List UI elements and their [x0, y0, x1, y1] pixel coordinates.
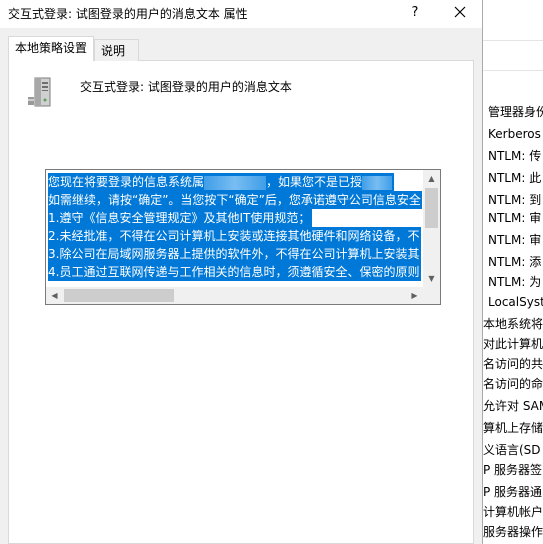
scroll-right-icon[interactable]: ▶: [406, 287, 423, 304]
message-line: 您现在将要登录的信息系统属 ，如果您不是已授: [48, 173, 395, 191]
background-list-item: NTLM: 审: [488, 233, 542, 247]
background-list-item: 算机上存储: [483, 421, 543, 435]
tab-explain[interactable]: 说明: [94, 39, 139, 61]
message-line-text: 3.除公司在局域网服务器上提供的软件外，不得在公司计算机上安装其: [48, 247, 420, 261]
background-list-item: 名访问的命: [483, 377, 543, 391]
scroll-left-icon[interactable]: ◀: [46, 287, 63, 304]
background-list-item: 允许对 SAM: [483, 399, 543, 413]
background-list-item: P 服务器通: [483, 485, 543, 499]
scroll-corner: [423, 287, 440, 304]
dialog-title: 交互式登录: 试图登录的用户的消息文本 属性: [8, 7, 248, 21]
message-line: 4.员工通过互联网传递与工作相关的信息时，须遵循安全、保密的原则: [48, 263, 422, 281]
background-list-item: Kerberos: [488, 127, 541, 141]
vertical-scroll-thumb[interactable]: [425, 188, 438, 228]
background-list-item: 计算机帐户: [483, 505, 543, 519]
message-line: 如需继续，请按“确定”。当您按下“确定”后，您承诺遵守公司信息安全: [48, 191, 422, 209]
properties-dialog: 交互式登录: 试图登录的用户的消息文本 属性 ? 本地策略设置 说明 交互式登录…: [0, 0, 483, 544]
message-text-area[interactable]: 您现在将要登录的信息系统属 ，如果您不是已授如需继续，请按“确定”。当您按下“确定…: [45, 169, 441, 305]
redacted-blur: [204, 175, 267, 190]
message-line: 1.遵守《信息安全管理规定》及其他IT使用规范；: [48, 209, 313, 227]
close-icon: [454, 6, 466, 18]
message-line-text: 如需继续，请按“确定”。当您按下“确定”后，您承诺遵守公司信息安全: [48, 193, 421, 207]
policy-server-icon: [24, 75, 58, 109]
message-line: 2.未经批准，不得在公司计算机上安装或连接其他硬件和网络设备，不: [48, 227, 422, 245]
background-list-item: 服务器操作: [483, 525, 543, 539]
message-line-text: 4.员工通过互联网传递与工作相关的信息时，须遵循安全、保密的原则: [48, 265, 420, 279]
message-text: 您现在将要登录的信息系统属 ，如果您不是已授如需继续，请按“确定”。当您按下“确定…: [48, 173, 422, 285]
message-line-text: 您现在将要登录的信息系统属: [48, 175, 205, 189]
message-line-text: ，如果您不是已授: [266, 175, 363, 189]
background-list-item: NTLM: 到: [488, 193, 542, 207]
redacted-blur: [362, 175, 393, 190]
background-list-item: 名访问的共: [483, 357, 543, 371]
background-list-item: NTLM: 传: [488, 149, 542, 163]
background-window: 管理器身份 Kerberos NTLM: 传 NTLM: 此 NTLM: 到 NTLM: …: [482, 0, 543, 544]
vertical-scrollbar[interactable]: ▲ ▼: [423, 170, 440, 287]
close-button[interactable]: [446, 1, 474, 25]
background-list-item: NTLM: 审: [488, 211, 542, 225]
help-button[interactable]: ?: [403, 2, 427, 24]
background-list-item: 对此计算机: [483, 337, 543, 351]
background-list-item: NTLM: 添: [488, 255, 542, 269]
background-list-item: P 服务器签: [483, 463, 543, 477]
background-list-item: LocalSyste: [488, 295, 543, 309]
scroll-down-icon[interactable]: ▼: [423, 270, 440, 287]
background-toolbar: [483, 0, 543, 40]
tab-local-policy-setting[interactable]: 本地策略设置: [8, 36, 94, 61]
policy-name: 交互式登录: 试图登录的用户的消息文本: [80, 80, 292, 94]
background-list-item: NTLM: 此: [488, 171, 542, 185]
background-list-item: NTLM: 为: [488, 275, 542, 289]
horizontal-scroll-thumb[interactable]: [64, 289, 174, 302]
background-list-item: 义语言(SD: [483, 443, 541, 457]
background-divider: [483, 70, 543, 71]
message-line-text: 1.遵守《信息安全管理规定》及其他IT使用规范；: [48, 211, 311, 225]
background-divider: [483, 40, 543, 41]
background-list-item: 本地系统将: [483, 317, 543, 331]
message-line-text: 2.未经批准，不得在公司计算机上安装或连接其他硬件和网络设备，不: [48, 229, 420, 243]
title-bar: 交互式登录: 试图登录的用户的消息文本 属性 ?: [0, 0, 482, 28]
horizontal-scrollbar[interactable]: ◀ ▶: [46, 287, 423, 304]
scroll-up-icon[interactable]: ▲: [423, 170, 440, 187]
message-line: 3.除公司在局域网服务器上提供的软件外，不得在公司计算机上安装其: [48, 245, 422, 263]
background-list-item: 管理器身份: [488, 105, 543, 119]
